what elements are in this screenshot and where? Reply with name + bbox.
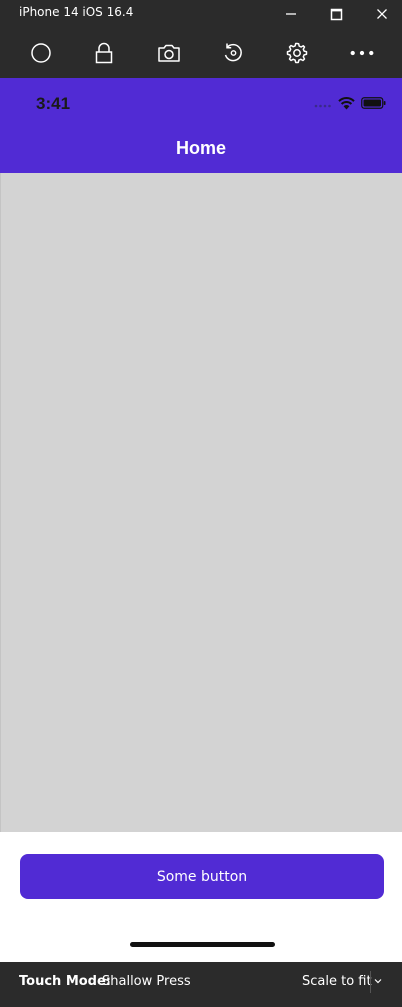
rotate-button[interactable] <box>220 40 246 66</box>
lock-icon <box>95 42 113 64</box>
scale-select[interactable]: Scale to fit <box>302 974 372 989</box>
close-button[interactable] <box>371 3 393 25</box>
home-button[interactable] <box>28 40 54 66</box>
minimize-button[interactable] <box>280 3 302 25</box>
signal-dots-icon <box>314 104 331 108</box>
touch-mode-value[interactable]: Shallow Press <box>102 974 191 989</box>
phone-screen: 3:41 Home Some button <box>0 78 402 962</box>
settings-button[interactable] <box>284 40 310 66</box>
simulator-toolbar <box>0 28 402 78</box>
content-area <box>0 173 402 832</box>
status-time: 3:41 <box>36 94 71 113</box>
window-title: iPhone 14 iOS 16.4 <box>19 5 134 19</box>
wifi-icon <box>338 96 355 109</box>
rotate-icon <box>224 43 242 62</box>
home-indicator[interactable] <box>130 942 275 947</box>
simulator-window: iPhone 14 iOS 16.4 3:41 Home Some button… <box>0 0 402 1007</box>
navigation-bar: 3:41 Home <box>0 78 402 173</box>
gear-icon <box>286 42 308 64</box>
camera-icon <box>158 44 180 62</box>
minimize-icon <box>286 13 296 15</box>
simulator-footer: Touch Mode: Shallow Press Scale to fit <box>0 962 402 1007</box>
lock-button[interactable] <box>91 40 117 66</box>
more-icon <box>350 50 374 56</box>
touch-mode-label: Touch Mode: <box>19 974 112 989</box>
page-title: Home <box>175 138 226 158</box>
maximize-icon <box>330 8 342 20</box>
scale-dropdown-button[interactable] <box>372 974 384 988</box>
status-icons <box>314 96 386 110</box>
circle-icon <box>31 43 51 63</box>
maximize-button[interactable] <box>325 3 347 25</box>
bottom-area: Some button <box>0 832 402 962</box>
some-button[interactable]: Some button <box>20 854 384 899</box>
screenshot-button[interactable] <box>156 40 182 66</box>
title-bar: iPhone 14 iOS 16.4 <box>0 0 402 28</box>
close-icon <box>377 9 387 19</box>
scale-divider <box>370 971 371 993</box>
chevron-down-icon <box>374 979 382 984</box>
more-button[interactable] <box>349 40 375 66</box>
battery-icon <box>361 97 386 109</box>
